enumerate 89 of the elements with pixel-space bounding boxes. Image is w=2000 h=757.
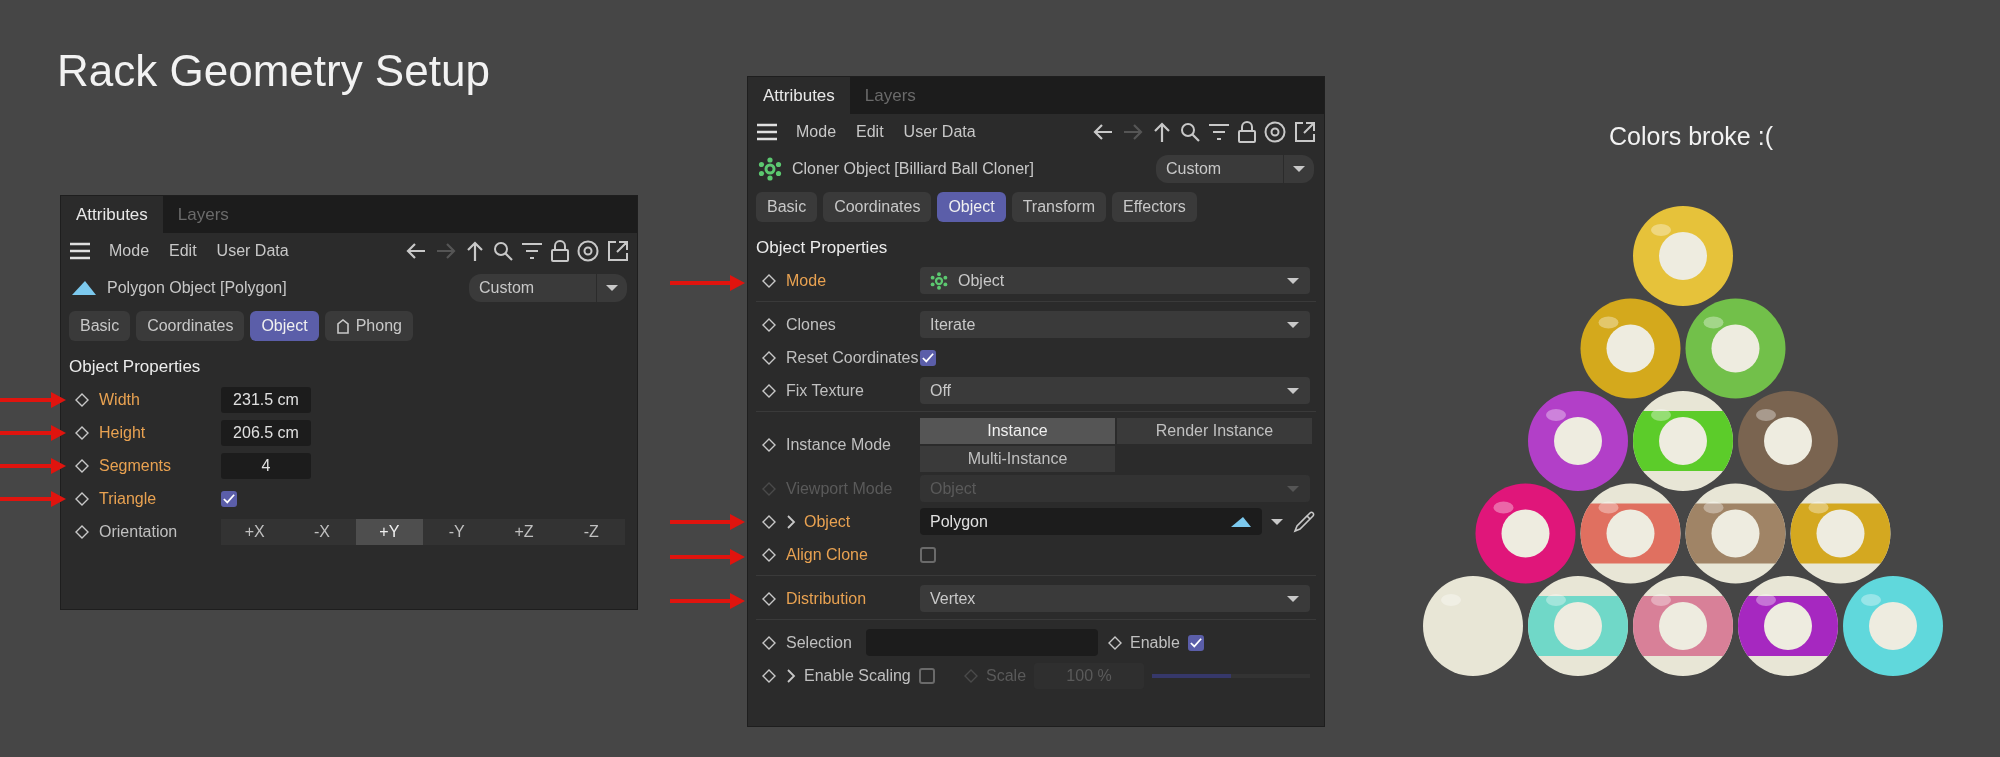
property-label: Segments — [99, 456, 172, 475]
menu-item[interactable]: User Data — [208, 242, 297, 260]
property-label: Enable Scaling — [804, 666, 911, 685]
triangle-icon — [1230, 515, 1252, 528]
lock-icon[interactable] — [551, 240, 569, 262]
number-field[interactable]: 4 — [221, 452, 311, 479]
option-button[interactable]: Render Instance — [1117, 418, 1312, 444]
property-label: Height — [99, 423, 146, 442]
checkbox[interactable] — [920, 349, 936, 366]
up-arrow-icon[interactable] — [1152, 121, 1172, 143]
triangle-icon — [71, 280, 97, 296]
menu-icon[interactable] — [756, 123, 778, 141]
menu-item[interactable]: User Data — [895, 123, 984, 141]
property-label: Object — [804, 512, 851, 531]
number-field[interactable]: 206.5 cm — [221, 419, 311, 446]
section-tab[interactable]: Coordinates — [136, 311, 245, 341]
property-label: Reset Coordinates — [786, 348, 919, 367]
filter-icon[interactable] — [1208, 123, 1230, 141]
option-button[interactable]: Multi-Instance — [920, 446, 1115, 472]
menu-item[interactable]: Mode — [788, 123, 845, 141]
up-arrow-icon[interactable] — [465, 240, 485, 262]
back-arrow-icon[interactable] — [1092, 122, 1114, 142]
property-label: Width — [99, 390, 140, 409]
menu-icon[interactable] — [69, 242, 91, 260]
property-label: Distribution — [786, 589, 867, 608]
caret-icon[interactable] — [1270, 517, 1284, 526]
property-label: Mode — [786, 271, 827, 290]
caret-icon — [1286, 594, 1300, 603]
caret-icon — [1286, 276, 1300, 285]
preset-dropdown[interactable]: Custom — [1156, 155, 1314, 183]
caret-icon — [1286, 320, 1300, 329]
property-label: Selection — [786, 633, 852, 652]
dropdown[interactable]: Iterate — [920, 311, 1310, 338]
dropdown[interactable]: Off — [920, 377, 1310, 404]
object-name: Cloner Object [Billiard Ball Cloner] — [792, 160, 1034, 178]
option-button[interactable]: Instance — [920, 418, 1115, 444]
search-icon[interactable] — [1180, 122, 1200, 142]
property-label: Fix Texture — [786, 381, 864, 400]
caption: Colors broke :( — [1609, 122, 1773, 151]
checkbox[interactable] — [221, 490, 237, 507]
section-heading: Object Properties — [68, 356, 202, 378]
caret-icon — [1292, 165, 1306, 173]
filter-icon[interactable] — [521, 242, 543, 260]
section-tab[interactable]: Basic — [756, 192, 818, 222]
section-tab[interactable]: Transform — [1011, 192, 1106, 222]
section-tab[interactable]: Object — [250, 311, 319, 341]
new-window-icon[interactable] — [607, 240, 629, 262]
search-icon[interactable] — [493, 241, 513, 261]
section-heading: Object Properties — [755, 237, 889, 259]
property-label: Clones — [786, 315, 836, 334]
new-window-icon[interactable] — [1294, 121, 1316, 143]
back-arrow-icon[interactable] — [405, 241, 427, 261]
target-icon[interactable] — [1264, 121, 1286, 143]
property-label: Instance Mode — [786, 436, 891, 454]
panel-tab[interactable]: Attributes — [61, 196, 163, 233]
number-field[interactable]: 231.5 cm — [221, 386, 311, 413]
keyframe-icon — [964, 668, 978, 683]
checkbox[interactable] — [1187, 634, 1204, 651]
eyedropper-icon[interactable] — [1292, 509, 1316, 534]
property-label: Orientation — [99, 522, 178, 541]
dropdown[interactable]: Object — [920, 267, 1310, 294]
caret-icon — [1286, 386, 1300, 395]
caret-icon — [605, 284, 619, 292]
property-label: Triangle — [99, 489, 157, 508]
lock-icon[interactable] — [1238, 121, 1256, 143]
object-name: Polygon Object [Polygon] — [107, 279, 287, 297]
option-button[interactable]: +Y — [355, 518, 423, 545]
preset-dropdown[interactable]: Custom — [469, 274, 627, 302]
menu-item[interactable]: Edit — [161, 242, 205, 260]
section-tab[interactable]: Coordinates — [823, 192, 932, 222]
caret-icon — [1286, 484, 1300, 493]
property-label: Align Clone — [786, 545, 868, 564]
menu-item[interactable]: Mode — [101, 242, 158, 260]
checkbox[interactable] — [918, 667, 935, 684]
section-tab[interactable]: Basic — [69, 311, 131, 341]
section-tab[interactable]: Object — [937, 192, 1006, 222]
slide-title: Rack Geometry Setup — [57, 46, 490, 96]
chevron-icon[interactable] — [786, 514, 796, 529]
section-tab[interactable]: Phong — [324, 311, 413, 341]
link-field[interactable]: Polygon — [920, 508, 1262, 535]
menu-item[interactable]: Edit — [848, 123, 892, 141]
cloner-icon — [758, 157, 782, 181]
chevron-icon[interactable] — [786, 668, 796, 683]
enable-label: Enable — [1130, 633, 1180, 652]
dropdown[interactable]: Vertex — [920, 585, 1310, 612]
panel-tab[interactable]: Attributes — [748, 77, 850, 114]
target-icon[interactable] — [577, 240, 599, 262]
section-tab[interactable]: Effectors — [1111, 192, 1197, 222]
checkbox[interactable] — [920, 546, 936, 563]
